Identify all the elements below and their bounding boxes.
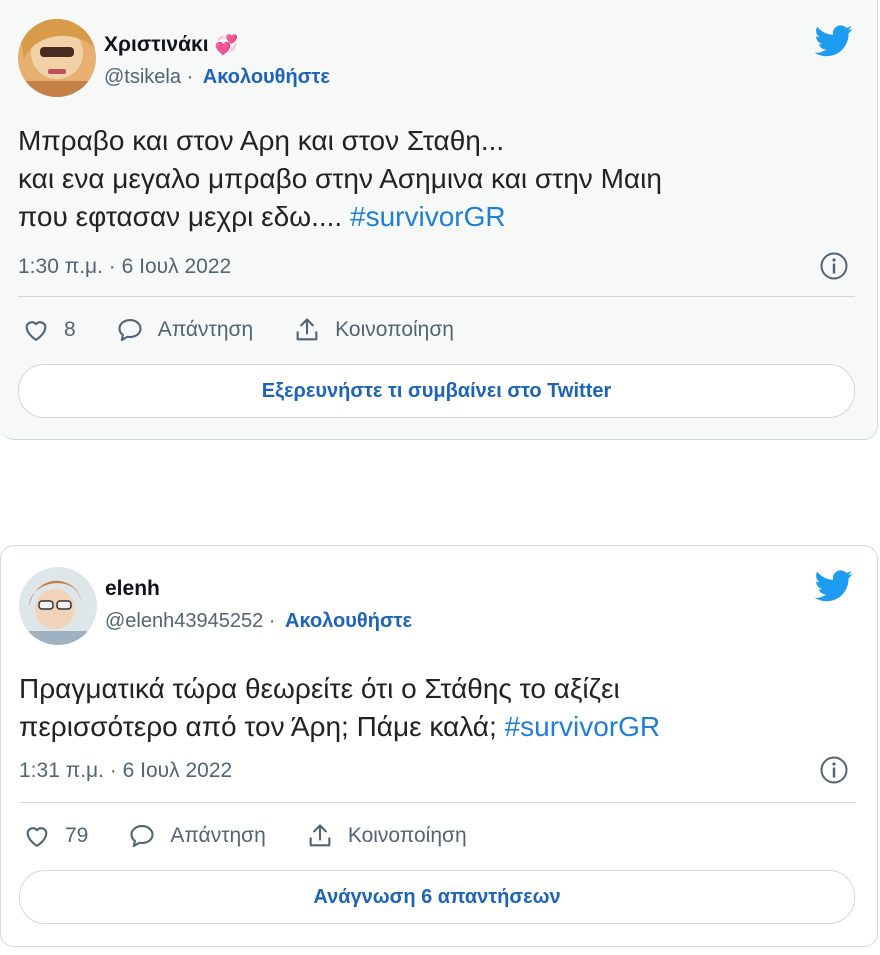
action-bar: 8 Απάντηση Κοινοποίηση [22, 316, 494, 344]
share-button[interactable]: Κοινοποίηση [306, 822, 467, 850]
like-count: 8 [64, 318, 76, 341]
author-name-row: elenh [105, 577, 160, 601]
reply-label: Απάντηση [170, 824, 266, 847]
author-handle-row: @tsikela · Ακολουθήστε [104, 66, 330, 89]
share-label: Κοινοποίηση [347, 824, 467, 847]
speech-bubble-icon [130, 825, 154, 847]
author-display-name[interactable]: Χριστινάκι [104, 33, 209, 57]
tweet-text: Μπραβο και στον Αρη και στον Σταθη... κα… [18, 122, 847, 236]
tweet-text-line: περισσότερο από τον Άρη; Πάμε καλά; #sur… [19, 711, 661, 742]
tweet-card-1: Χριστινάκι 💞 @tsikela · Ακολουθήστε Μπρα… [0, 0, 878, 440]
avatar[interactable] [19, 567, 97, 645]
tweet-timestamp[interactable]: 1:30 π.μ. · 6 Ιουλ 2022 [18, 255, 231, 279]
speech-bubble-icon [118, 319, 142, 341]
share-arrow-icon [296, 318, 318, 341]
share-label: Κοινοποίηση [335, 318, 454, 341]
hearts-emoji: 💞 [214, 35, 239, 56]
share-arrow-icon [309, 824, 331, 847]
divider [19, 802, 855, 803]
twitter-bird-icon[interactable] [815, 25, 853, 57]
author-handle-row: @elenh43945252 · Ακολουθήστε [105, 610, 412, 633]
separator-dot: · [268, 610, 276, 632]
divider [18, 296, 855, 297]
tweet-card-2: elenh @elenh43945252 · Ακολουθήστε Πραγμ… [0, 545, 878, 947]
hashtag-link[interactable]: #survivorGR [350, 201, 506, 232]
author-name-row: Χριστινάκι 💞 [104, 33, 238, 57]
tweet-text: Πραγματικά τώρα θεωρείτε ότι ο Στάθης το… [19, 670, 847, 746]
tweet-text-line: Μπραβο και στον Αρη και στον Σταθη... [18, 125, 505, 156]
tweet-text-line: που εφτασαν μεχρι εδω.... #survivorGR [18, 201, 506, 232]
hashtag-link[interactable]: #survivorGR [505, 711, 661, 742]
tweet-timestamp[interactable]: 1:31 π.μ. · 6 Ιουλ 2022 [19, 759, 232, 783]
twitter-bird-icon[interactable] [815, 570, 853, 602]
info-icon[interactable] [819, 251, 849, 281]
reply-button[interactable]: Απάντηση [128, 822, 266, 850]
explore-twitter-button[interactable]: Εξερευνήστε τι συμβαίνει στο Twitter [18, 364, 855, 418]
author-display-name[interactable]: elenh [105, 577, 160, 601]
separator-dot: · [186, 66, 194, 88]
follow-link[interactable]: Ακολουθήστε [285, 610, 412, 632]
reply-label: Απάντηση [157, 318, 254, 341]
reply-button[interactable]: Απάντηση [116, 316, 253, 344]
heart-icon [25, 321, 47, 341]
heart-icon [26, 827, 48, 847]
info-icon[interactable] [819, 755, 849, 785]
like-button[interactable]: 79 [23, 822, 88, 850]
share-button[interactable]: Κοινοποίηση [293, 316, 454, 344]
like-count: 79 [65, 824, 89, 847]
author-handle[interactable]: @elenh43945252 [105, 610, 263, 632]
follow-link[interactable]: Ακολουθήστε [203, 66, 330, 88]
avatar[interactable] [18, 19, 96, 97]
tweet-text-line: Πραγματικά τώρα θεωρείτε ότι ο Στάθης το… [19, 673, 620, 704]
action-bar: 79 Απάντηση Κοινοποίηση [23, 822, 507, 850]
like-button[interactable]: 8 [22, 316, 76, 344]
tweet-text-line: και ενα μεγαλο μπραβο στην Ασημινα και σ… [18, 163, 662, 194]
read-replies-button[interactable]: Ανάγνωση 6 απαντήσεων [19, 870, 855, 924]
author-handle[interactable]: @tsikela [104, 66, 181, 88]
